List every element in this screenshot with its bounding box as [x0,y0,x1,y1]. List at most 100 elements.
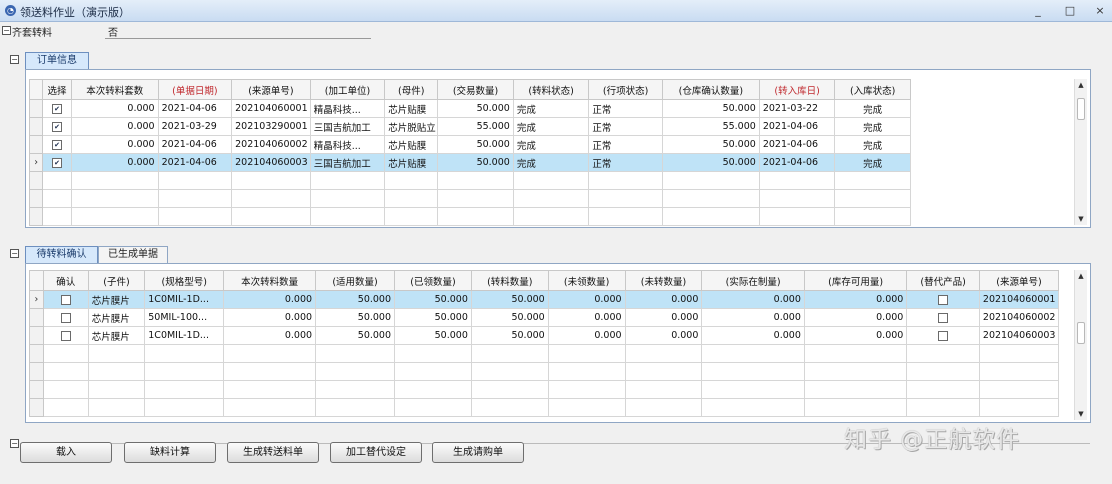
column-header[interactable]: (行项状态) [588,79,663,100]
row-header[interactable] [29,326,44,345]
column-header[interactable]: (适用数量) [315,270,396,291]
orders-scrollbar[interactable]: ▲ ▼ [1074,79,1087,225]
column-header[interactable]: (未领数量) [547,270,626,291]
scroll-down-icon[interactable]: ▼ [1075,213,1087,225]
column-header[interactable]: (实际在制量) [701,270,805,291]
tab-generated-docs[interactable]: 已生成单据 [98,246,168,263]
table-cell [437,207,514,226]
current-row-indicator[interactable]: › [29,290,44,309]
select-checkbox[interactable]: ✔ [52,121,63,132]
column-header[interactable]: 选择 [42,79,72,100]
tab-order-info[interactable]: 订单信息 [25,52,89,69]
select-checkbox[interactable]: ✔ [52,103,63,114]
table-row[interactable]: 芯片膜片 1C0MIL-1D... 0.000 50.000 50.000 50.000 0… [29,326,1060,345]
table-row[interactable]: ✔ 0.000 2021-04-06 202104060002 精晶科技... 芯片贴膜 5… [28,135,911,154]
column-header[interactable]: (转料数量) [470,270,549,291]
select-checkbox[interactable]: ✔ [52,139,63,150]
confirm-checkbox[interactable] [60,294,71,305]
kit-transfer-value[interactable]: 否 [108,24,118,39]
table-row[interactable]: › ✔ 0.000 2021-04-06 202104060003 三国吉航加工 芯片贴膜 5… [28,153,911,172]
collapse-transfer-icon[interactable]: − [10,249,19,258]
table-row[interactable]: ✔ 0.000 2021-04-06 202104060001 精晶科技... 芯片贴膜 5… [28,99,911,118]
table-row[interactable]: › 芯片膜片 1C0MIL-1D... 0.000 50.000 50.000 50.000… [29,290,1060,309]
select-cell[interactable]: ✔ [42,99,72,118]
column-header[interactable]: (来源单号) [231,79,311,100]
row-header[interactable] [28,189,44,208]
row-header[interactable] [29,308,44,327]
column-header[interactable]: (加工单位) [309,79,386,100]
row-header[interactable] [28,171,44,190]
column-header[interactable]: (已领数量) [394,270,472,291]
generate-transfer-button[interactable]: 生成转送料单 [227,442,319,463]
collapse-actions-icon[interactable]: − [10,439,19,448]
maximize-icon[interactable]: □ [1062,3,1078,18]
table-row[interactable] [29,344,1060,363]
substitute-cell[interactable] [906,308,980,327]
row-header[interactable] [28,135,44,154]
substitute-cell[interactable] [906,290,980,309]
column-header[interactable]: (转料状态) [512,79,590,100]
substitute-cell[interactable] [906,326,980,345]
column-header[interactable]: (替代产品) [906,270,980,291]
row-header[interactable] [28,99,44,118]
row-header[interactable] [29,398,44,417]
confirm-cell[interactable] [42,308,89,327]
table-row[interactable] [28,207,911,226]
transfer-scrollbar[interactable]: ▲ ▼ [1074,270,1087,420]
scroll-up-icon[interactable]: ▲ [1075,270,1087,282]
current-row-indicator[interactable]: › [28,153,44,172]
table-row[interactable]: ✔ 0.000 2021-03-29 202103290001 三国吉航加工 芯片脱贴立 5… [28,117,911,136]
confirm-cell[interactable] [42,326,89,345]
column-header[interactable]: 本次转料数量 [223,270,317,291]
table-row[interactable] [28,171,911,190]
column-header[interactable]: (仓库确认数量) [661,79,760,100]
row-header[interactable] [29,362,44,381]
select-checkbox[interactable]: ✔ [52,157,63,168]
table-cell [394,344,472,363]
confirm-checkbox[interactable] [60,330,71,341]
column-header[interactable]: 本次转料套数 [70,79,159,100]
scroll-down-icon[interactable]: ▼ [1075,408,1087,420]
close-icon[interactable]: × [1092,3,1108,18]
column-header[interactable]: (库存可用量) [803,270,908,291]
column-header[interactable]: (规格型号) [144,270,225,291]
column-header[interactable]: (子件) [87,270,146,291]
table-row[interactable] [29,380,1060,399]
table-row[interactable]: 芯片膜片 50MIL-100... 0.000 50.000 50.000 50.000 0… [29,308,1060,327]
column-header[interactable]: (未转数量) [624,270,703,291]
collapse-header-icon[interactable]: − [2,26,11,35]
tab-pending-transfer[interactable]: 待转料确认 [25,246,98,263]
generate-purchase-request-button[interactable]: 生成请购单 [432,442,524,463]
table-row[interactable] [29,398,1060,417]
column-header[interactable]: (母件) [384,79,439,100]
confirm-cell[interactable] [42,290,89,309]
row-header[interactable] [29,380,44,399]
confirm-checkbox[interactable] [60,312,71,323]
column-header[interactable]: (单据日期) [157,79,233,100]
scroll-up-icon[interactable]: ▲ [1075,79,1087,91]
scroll-thumb[interactable] [1077,322,1085,344]
substitute-setting-button[interactable]: 加工替代设定 [330,442,422,463]
minimize-icon[interactable]: _ [1030,3,1046,18]
scroll-thumb[interactable] [1077,98,1085,120]
select-cell[interactable]: ✔ [42,117,72,136]
substitute-checkbox[interactable] [938,312,949,323]
shortage-calc-button[interactable]: 缺料计算 [124,442,216,463]
substitute-checkbox[interactable] [938,294,949,305]
column-header[interactable]: (入库状态) [834,79,911,100]
select-cell[interactable]: ✔ [42,135,72,154]
column-header[interactable]: 确认 [42,270,89,291]
collapse-orders-icon[interactable]: − [10,55,19,64]
table-row[interactable] [28,189,911,208]
row-header[interactable] [28,207,44,226]
column-header[interactable]: (来源单号) [978,270,1060,291]
load-button[interactable]: 载入 [20,442,112,463]
select-cell[interactable]: ✔ [42,153,72,172]
column-header[interactable]: (转入库日) [758,79,836,100]
substitute-checkbox[interactable] [938,330,949,341]
row-header[interactable] [28,117,44,136]
column-header[interactable]: (交易数量) [437,79,514,100]
row-header[interactable] [29,344,44,363]
table-cell [87,398,146,417]
table-row[interactable] [29,362,1060,381]
